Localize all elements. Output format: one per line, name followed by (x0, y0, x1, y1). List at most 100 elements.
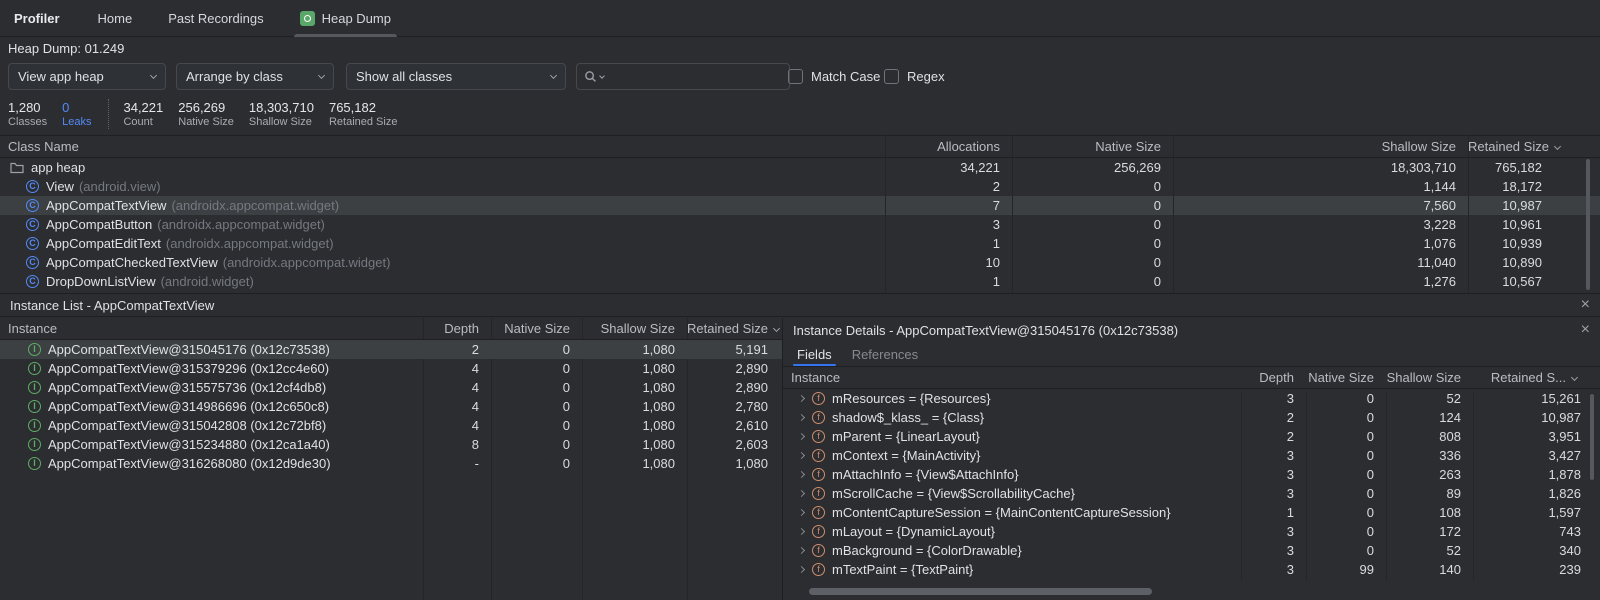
cell-depth: 4 (423, 378, 491, 397)
class-table-row[interactable]: CAppCompatTextView(androidx.appcompat.wi… (0, 196, 1600, 215)
field-row[interactable]: fmContext = {MainActivity}303363,427 (783, 446, 1600, 465)
field-header-retained-s[interactable]: Retained S... (1473, 367, 1600, 388)
class-table-row[interactable]: CView(android.view)201,14418,172 (0, 177, 1600, 196)
instance-row[interactable]: IAppCompatTextView@315575736 (0x12cf4db8… (0, 378, 782, 397)
field-row[interactable]: fmResources = {Resources}305215,261 (783, 389, 1600, 408)
instance-header-retained-size[interactable]: Retained Size (687, 318, 782, 339)
instance-row[interactable]: IAppCompatTextView@315234880 (0x12ca1a40… (0, 435, 782, 454)
field-header-shallow-size[interactable]: Shallow Size (1386, 367, 1473, 388)
field-name: mContext = {MainActivity} (832, 446, 980, 465)
stat-native-size: 256,269Native Size (178, 100, 234, 129)
instance-row[interactable]: IAppCompatTextView@316268080 (0x12d9de30… (0, 454, 782, 473)
tab-references[interactable]: References (852, 342, 918, 366)
cell-retained: 743 (1473, 522, 1600, 541)
field-row[interactable]: fmLayout = {DynamicLayout}30172743 (783, 522, 1600, 541)
class-table-row[interactable]: CAppCompatButton(androidx.appcompat.widg… (0, 215, 1600, 234)
cell-retained: 765,182 (1468, 158, 1600, 177)
field-icon: f (812, 411, 825, 424)
field-icon: f (812, 525, 825, 538)
class-table-row[interactable]: app heap34,221256,26918,303,710765,182 (0, 158, 1600, 177)
cell-depth: 8 (423, 435, 491, 454)
class-package: (android.view) (79, 177, 161, 196)
cell-retained: 10,987 (1468, 196, 1600, 215)
cell-allocations: 10 (885, 253, 1012, 272)
class-name: View (46, 177, 74, 196)
class-header-retained-size[interactable]: Retained Size (1468, 136, 1600, 157)
cell-field-name: fmAttachInfo = {View$AttachInfo} (783, 465, 1241, 484)
cell-shallow: 11,040 (1173, 253, 1468, 272)
cell-depth: 3 (1241, 541, 1306, 560)
match-case-checkbox[interactable]: Match Case (788, 63, 880, 90)
class-table: Class NameAllocationsNative SizeShallow … (0, 135, 1600, 293)
cell-shallow: 18,303,710 (1173, 158, 1468, 177)
class-filter-select[interactable]: Show all classes (346, 63, 566, 90)
class-header-native-size[interactable]: Native Size (1012, 136, 1173, 157)
instance-header-native-size[interactable]: Native Size (491, 318, 582, 339)
class-header-class-name[interactable]: Class Name (0, 136, 885, 157)
cell-depth: - (423, 454, 491, 473)
cell-native: 0 (1012, 272, 1173, 291)
class-header-allocations[interactable]: Allocations (885, 136, 1012, 157)
cell-field-name: fmLayout = {DynamicLayout} (783, 522, 1241, 541)
regex-label: Regex (907, 69, 945, 84)
instance-name: AppCompatTextView@315234880 (0x12ca1a40) (48, 435, 330, 454)
instance-header-depth[interactable]: Depth (423, 318, 491, 339)
regex-checkbox[interactable]: Regex (884, 63, 945, 90)
tab-fields[interactable]: Fields (797, 342, 832, 366)
profiler-heap-dump-window: Profiler HomePast RecordingsHeap Dump He… (0, 0, 1600, 600)
field-header-depth[interactable]: Depth (1241, 367, 1306, 388)
stat-retained-size: 765,182Retained Size (329, 100, 398, 129)
class-icon: C (26, 237, 39, 250)
field-row[interactable]: fmBackground = {ColorDrawable}3052340 (783, 541, 1600, 560)
tab-home[interactable]: Home (90, 0, 141, 37)
instance-name: AppCompatTextView@315575736 (0x12cf4db8) (48, 378, 326, 397)
fields-horizontal-scrollbar[interactable] (809, 588, 1152, 595)
instance-row[interactable]: IAppCompatTextView@315379296 (0x12cc4e60… (0, 359, 782, 378)
class-table-scrollbar[interactable] (1586, 159, 1590, 290)
class-table-row[interactable]: CAppCompatCheckedTextView(androidx.appco… (0, 253, 1600, 272)
heap-scope-select[interactable]: View app heap (8, 63, 166, 90)
class-table-row[interactable]: CAppCompatEditText(androidx.appcompat.wi… (0, 234, 1600, 253)
cell-retained: 2,890 (687, 359, 782, 378)
field-header-native-size[interactable]: Native Size (1306, 367, 1386, 388)
field-row[interactable]: fmAttachInfo = {View$AttachInfo}302631,8… (783, 465, 1600, 484)
class-filter-value: Show all classes (356, 69, 452, 84)
tab-heap-dump[interactable]: Heap Dump (292, 0, 399, 37)
class-header-shallow-size[interactable]: Shallow Size (1173, 136, 1468, 157)
instance-row[interactable]: IAppCompatTextView@315042808 (0x12c72bf8… (0, 416, 782, 435)
cell-native: 0 (1306, 522, 1386, 541)
instance-header-shallow-size[interactable]: Shallow Size (582, 318, 687, 339)
heap-scope-value: View app heap (18, 69, 104, 84)
field-row[interactable]: fmScrollCache = {View$ScrollabilityCache… (783, 484, 1600, 503)
cell-shallow: 1,080 (582, 340, 687, 359)
top-tabs: Home Past Recordings Heap Dump (90, 0, 419, 37)
search-input[interactable] (607, 68, 782, 85)
instance-list-close-icon[interactable]: × (1581, 297, 1590, 313)
class-table-row[interactable]: CDropDownListView(android.widget)101,276… (0, 272, 1600, 291)
search-field[interactable] (576, 63, 790, 90)
field-row[interactable]: fshadow$_klass_ = {Class}2012410,987 (783, 408, 1600, 427)
field-icon: f (812, 563, 825, 576)
field-row[interactable]: fmParent = {LinearLayout}208083,951 (783, 427, 1600, 446)
instance-details-close-icon[interactable]: × (1581, 322, 1590, 338)
cell-class-name: CAppCompatCheckedTextView(androidx.appco… (0, 253, 885, 272)
field-header-instance[interactable]: Instance (783, 367, 1241, 388)
cell-shallow: 263 (1386, 465, 1473, 484)
class-icon: C (26, 218, 39, 231)
cell-native: 0 (491, 435, 582, 454)
expand-chevron-icon (798, 547, 805, 554)
field-row[interactable]: fmContentCaptureSession = {MainContentCa… (783, 503, 1600, 522)
arrange-select[interactable]: Arrange by class (176, 63, 334, 90)
field-row[interactable]: fmTextPaint = {TextPaint}399140239 (783, 560, 1600, 579)
tab-past-recordings[interactable]: Past Recordings (160, 0, 271, 37)
cell-native: 256,269 (1012, 158, 1173, 177)
instance-row[interactable]: IAppCompatTextView@315045176 (0x12c73538… (0, 340, 782, 359)
cell-field-name: fshadow$_klass_ = {Class} (783, 408, 1241, 427)
instance-header-instance[interactable]: Instance (0, 318, 423, 339)
cell-native: 0 (491, 378, 582, 397)
stat-leaks: 0Leaks (62, 100, 91, 129)
cell-shallow: 1,144 (1173, 177, 1468, 196)
instance-row[interactable]: IAppCompatTextView@314986696 (0x12c650c8… (0, 397, 782, 416)
field-icon: f (812, 449, 825, 462)
class-name: AppCompatTextView (46, 196, 166, 215)
